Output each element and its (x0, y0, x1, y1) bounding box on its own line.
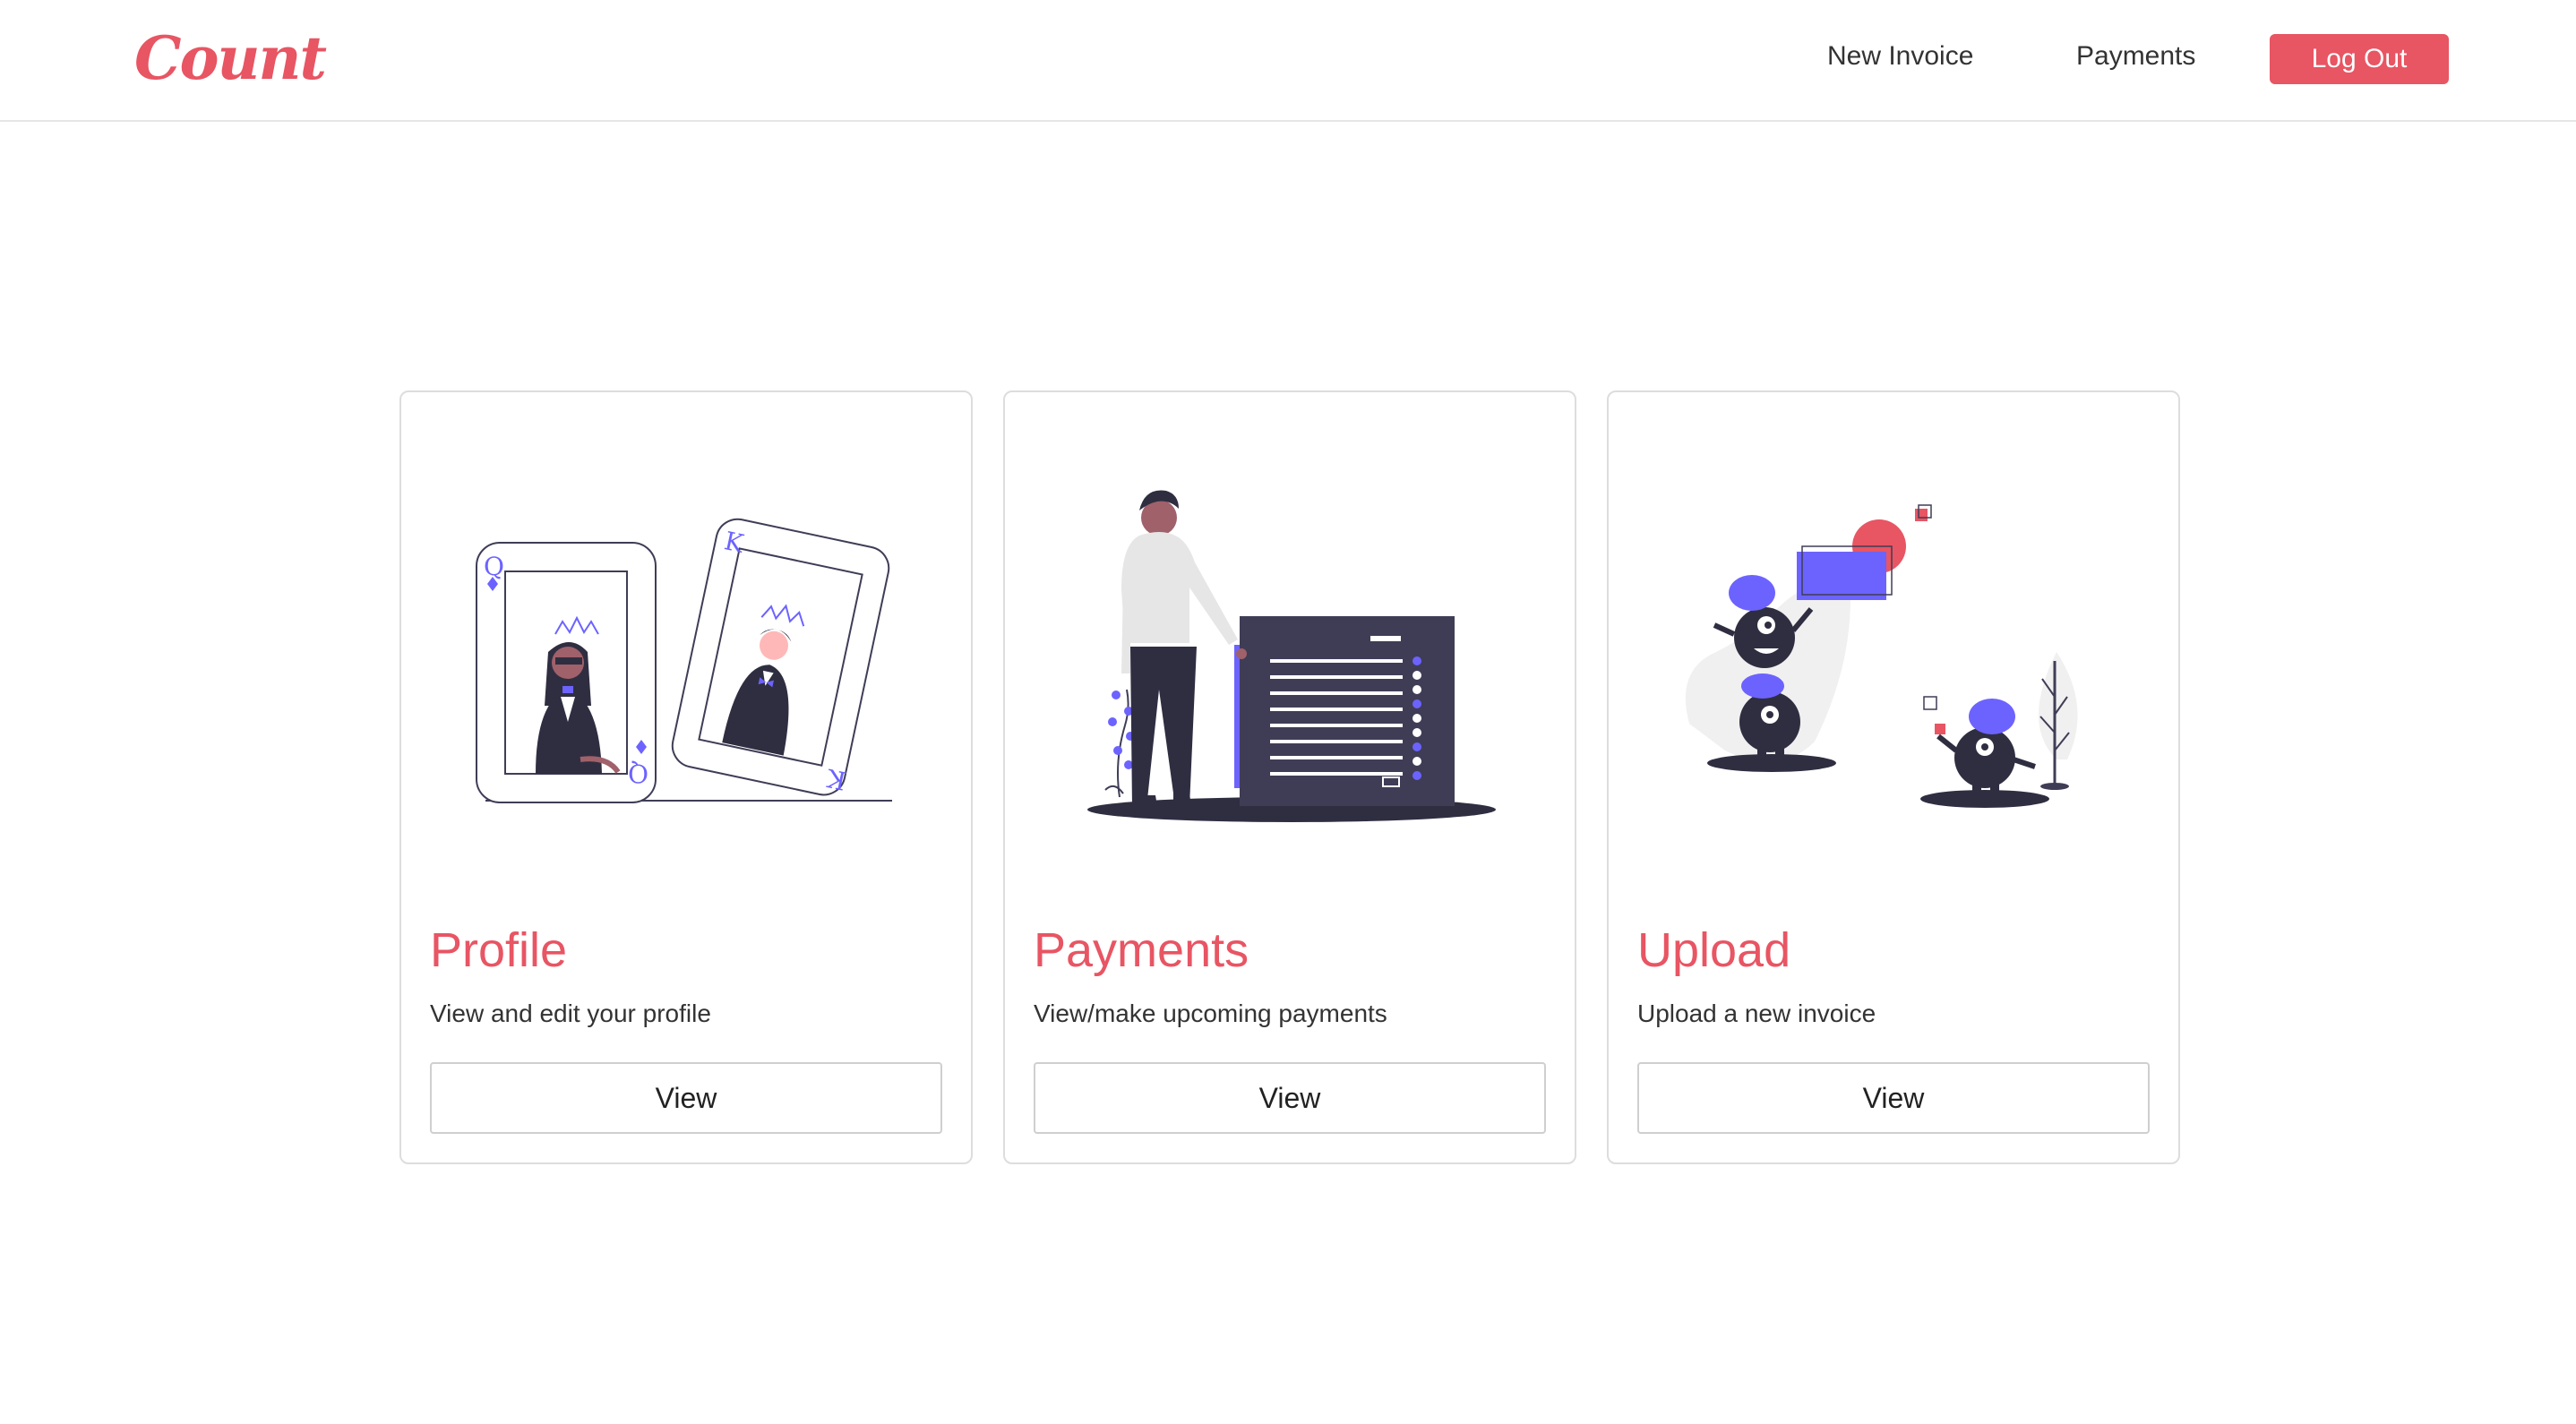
monsters-illustration (1609, 392, 2178, 876)
profile-view-button[interactable]: View (430, 1062, 942, 1134)
playing-cards-illustration: K K Q Q (401, 392, 971, 876)
card-title: Payments (1034, 923, 1249, 977)
upload-view-button[interactable]: View (1637, 1062, 2150, 1134)
payments-card: Payments View/make upcoming payments Vie… (1003, 390, 1576, 1164)
navbar: Count New Invoice Payments Log Out (0, 0, 2576, 122)
logout-button[interactable]: Log Out (2270, 34, 2449, 84)
card-title: Profile (430, 923, 568, 977)
svg-text:Q: Q (484, 552, 504, 581)
payments-view-button[interactable]: View (1034, 1062, 1546, 1134)
upload-card: Upload Upload a new invoice View (1607, 390, 2180, 1164)
svg-text:Q: Q (628, 759, 648, 788)
nav-payments[interactable]: Payments (2076, 41, 2195, 72)
dashboard-cards: K K Q Q Profile View and edit your profi… (399, 390, 2180, 1164)
card-description: Upload a new invoice (1637, 999, 1876, 1027)
card-description: View/make upcoming payments (1034, 999, 1387, 1027)
card-title: Upload (1637, 923, 1791, 977)
card-description: View and edit your profile (430, 999, 711, 1027)
checklist-illustration (1005, 392, 1575, 876)
nav-new-invoice[interactable]: New Invoice (1827, 41, 1973, 72)
brand-logo[interactable]: Count (134, 23, 327, 93)
profile-card: K K Q Q Profile View and edit your profi… (399, 390, 973, 1164)
